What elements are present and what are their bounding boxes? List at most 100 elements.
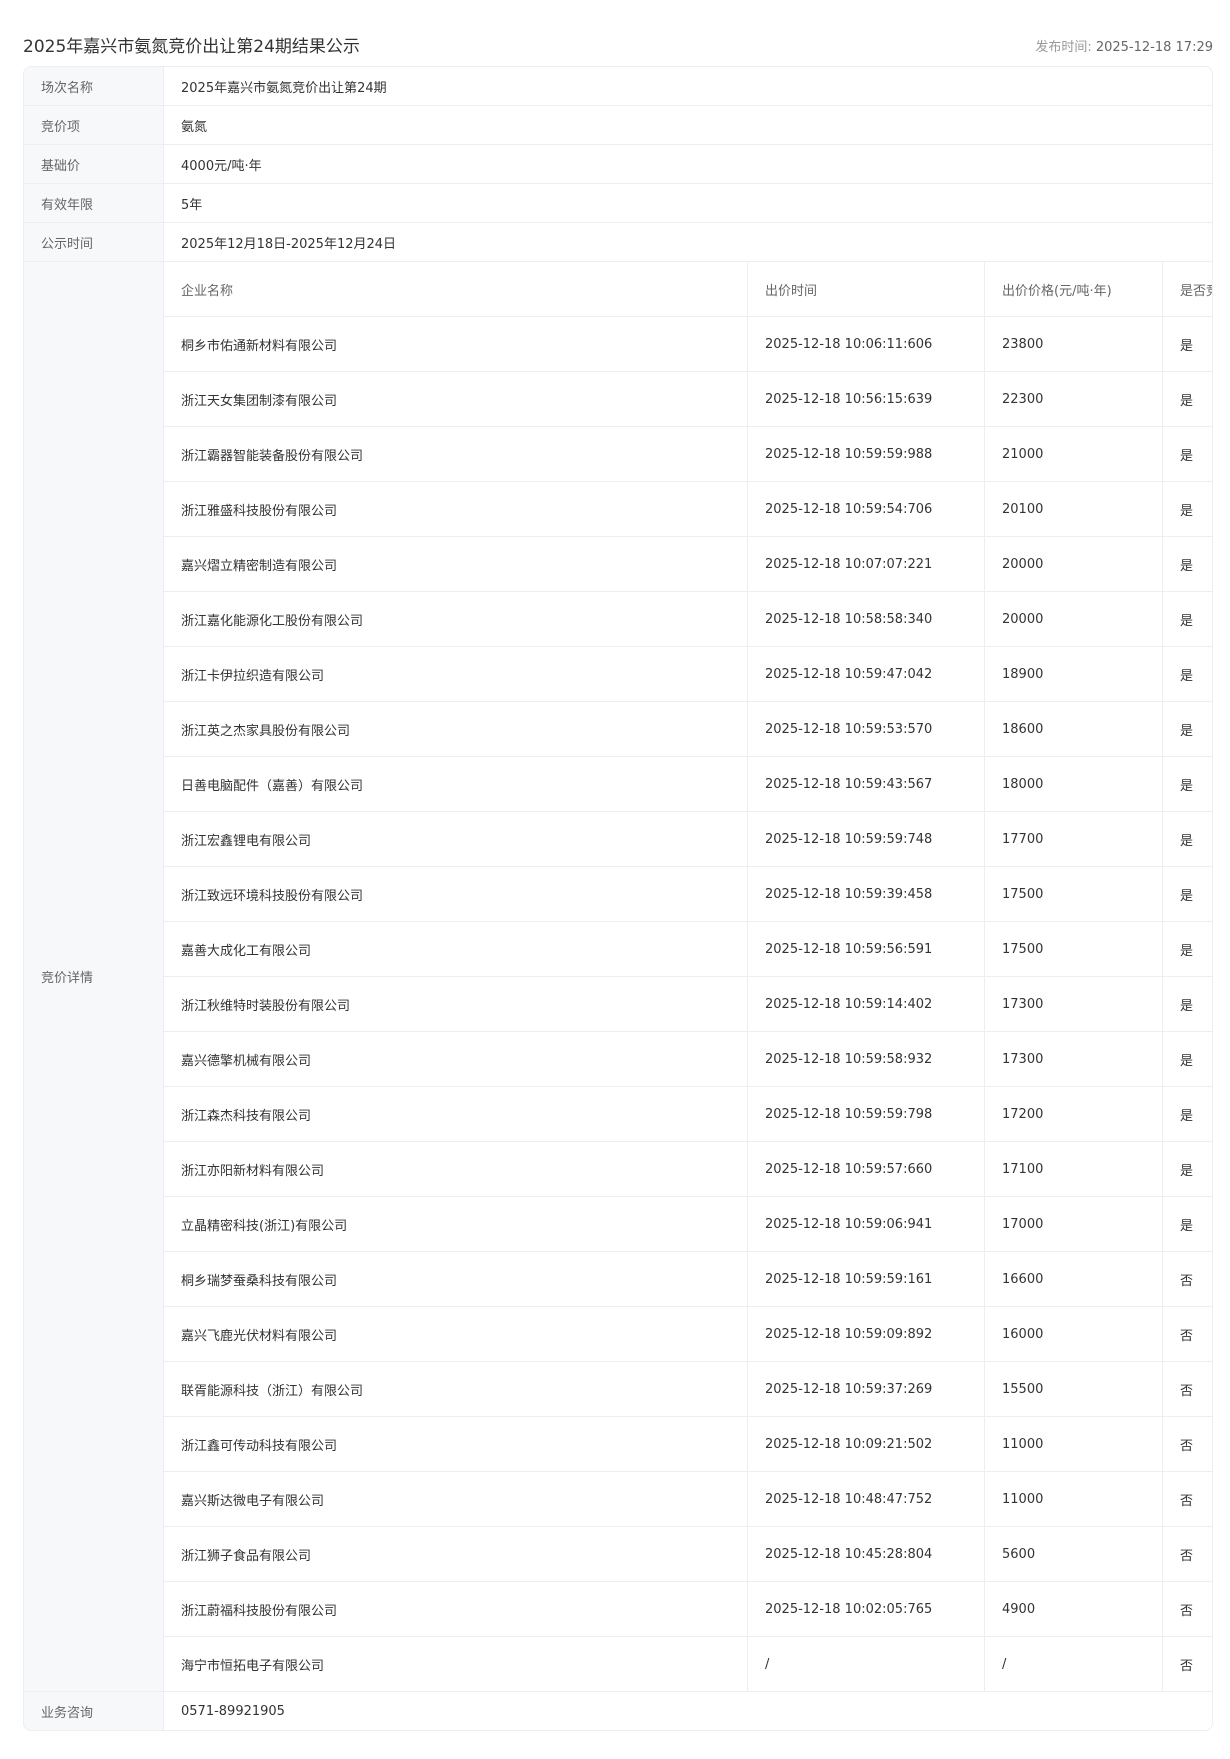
- column-header-bid-price: 出价价格(元/吨·年): [984, 262, 1163, 317]
- won-status: 否: [1162, 1526, 1212, 1582]
- bid-price: 17300: [984, 1031, 1163, 1087]
- bid-time: 2025-12-18 10:59:14:402: [747, 976, 985, 1032]
- won-status: 否: [1162, 1306, 1212, 1362]
- table-row: 浙江蔚福科技股份有限公司 2025-12-18 10:02:05:765 4900 否: [164, 1581, 1212, 1637]
- won-status: 否: [1162, 1251, 1212, 1307]
- table-row: 浙江狮子食品有限公司 2025-12-18 10:45:28:804 5600 否: [164, 1526, 1212, 1582]
- company-name: 日善电脑配件（嘉善）有限公司: [164, 756, 748, 812]
- table-row: 浙江雅盛科技股份有限公司 2025-12-18 10:59:54:706 20100…: [164, 481, 1212, 537]
- won-status: 否: [1162, 1581, 1212, 1637]
- column-header-company: 企业名称: [164, 262, 748, 317]
- company-name: 桐乡瑞梦蚕桑科技有限公司: [164, 1251, 748, 1307]
- bid-time: 2025-12-18 10:59:54:706: [747, 481, 985, 537]
- company-name: 浙江森杰科技有限公司: [164, 1086, 748, 1142]
- table-row: 浙江致远环境科技股份有限公司 2025-12-18 10:59:39:458 175…: [164, 866, 1212, 922]
- result-table: 场次名称 2025年嘉兴市氨氮竞价出让第24期 竞价项 氨氮 基础价 4000元…: [23, 66, 1213, 1731]
- bid-time: 2025-12-18 10:59:59:798: [747, 1086, 985, 1142]
- company-name: 浙江嘉化能源化工股份有限公司: [164, 591, 748, 647]
- bid-price: 18000: [984, 756, 1163, 812]
- bid-time: 2025-12-18 10:09:21:502: [747, 1416, 985, 1472]
- bid-price: 17000: [984, 1196, 1163, 1252]
- bids-header-row: 企业名称 出价时间 出价价格(元/吨·年) 是否竞得: [164, 262, 1212, 317]
- bid-time: 2025-12-18 10:59:59:748: [747, 811, 985, 867]
- bid-price: 17500: [984, 866, 1163, 922]
- won-status: 是: [1162, 591, 1212, 647]
- base-price-value: 4000元/吨·年: [181, 158, 262, 174]
- bid-price: 18600: [984, 701, 1163, 757]
- bid-price: 11000: [984, 1416, 1163, 1472]
- bid-time: 2025-12-18 10:48:47:752: [747, 1471, 985, 1527]
- won-status: 是: [1162, 1141, 1212, 1197]
- bid-time: /: [747, 1636, 985, 1691]
- column-header-bid-time: 出价时间: [747, 262, 985, 317]
- bid-price: 20100: [984, 481, 1163, 537]
- session-label: 场次名称: [24, 67, 164, 105]
- won-status: 否: [1180, 1658, 1194, 1674]
- table-row: 立晶精密科技(浙江)有限公司 2025-12-18 10:59:06:941 170…: [164, 1196, 1212, 1252]
- company-name: 嘉兴斯达微电子有限公司: [164, 1471, 748, 1527]
- bid-price: 5600: [984, 1526, 1163, 1582]
- company-name: 浙江英之杰家具股份有限公司: [164, 701, 748, 757]
- row-bid-details: 竞价详情 企业名称 出价时间 出价价格(元/吨·年) 是否竞得 桐乡市佑通新材料…: [24, 262, 1212, 1692]
- bid-price: 23800: [984, 316, 1163, 372]
- company-name: 浙江亦阳新材料有限公司: [164, 1141, 748, 1197]
- won-status: 否: [1162, 1361, 1212, 1417]
- contact-label: 业务咨询: [24, 1692, 164, 1730]
- bid-price: 20000: [984, 536, 1163, 592]
- bid-time: 2025-12-18 10:59:58:932: [747, 1031, 985, 1087]
- bid-details-label: 竞价详情: [24, 262, 164, 1691]
- bid-time: 2025-12-18 10:59:57:660: [747, 1141, 985, 1197]
- page-header: 2025年嘉兴市氨氮竞价出让第24期结果公示 发布时间: 2025-12-18 …: [23, 28, 1213, 60]
- table-row: 海宁市恒拓电子有限公司 / / 否: [164, 1636, 1212, 1691]
- row-session: 场次名称 2025年嘉兴市氨氮竞价出让第24期: [24, 67, 1212, 106]
- contact-phone: 0571-89921905: [181, 1703, 285, 1719]
- bid-price: 16600: [984, 1251, 1163, 1307]
- bid-time: 2025-12-18 10:59:39:458: [747, 866, 985, 922]
- table-row: 日善电脑配件（嘉善）有限公司 2025-12-18 10:59:43:567 180…: [164, 756, 1212, 812]
- company-name: 浙江鑫可传动科技有限公司: [164, 1416, 748, 1472]
- company-name: 嘉兴德擎机械有限公司: [164, 1031, 748, 1087]
- table-row: 联胥能源科技（浙江）有限公司 2025-12-18 10:59:37:269 155…: [164, 1361, 1212, 1417]
- bid-price: 11000: [984, 1471, 1163, 1527]
- table-row: 桐乡市佑通新材料有限公司 2025-12-18 10:06:11:606 23800…: [164, 316, 1212, 372]
- company-name: 浙江致远环境科技股份有限公司: [164, 866, 748, 922]
- bid-price: 17300: [984, 976, 1163, 1032]
- publish-time: 发布时间: 2025-12-18 17:29: [1035, 36, 1213, 55]
- bid-time: 2025-12-18 10:59:59:988: [747, 426, 985, 482]
- bid-price: 17500: [984, 921, 1163, 977]
- bid-time: 2025-12-18 10:59:43:567: [747, 756, 985, 812]
- bid-price: 4900: [984, 1581, 1163, 1637]
- table-row: 浙江森杰科技有限公司 2025-12-18 10:59:59:798 17200 是: [164, 1086, 1212, 1142]
- company-name: 立晶精密科技(浙江)有限公司: [164, 1196, 748, 1252]
- table-row: 桐乡瑞梦蚕桑科技有限公司 2025-12-18 10:59:59:161 16600…: [164, 1251, 1212, 1307]
- table-row: 嘉兴飞鹿光伏材料有限公司 2025-12-18 10:59:09:892 16000…: [164, 1306, 1212, 1362]
- table-row: 嘉兴德擎机械有限公司 2025-12-18 10:59:58:932 17300 是: [164, 1031, 1212, 1087]
- table-row: 嘉兴熠立精密制造有限公司 2025-12-18 10:07:07:221 20000…: [164, 536, 1212, 592]
- table-row: 浙江宏鑫锂电有限公司 2025-12-18 10:59:59:748 17700 是: [164, 811, 1212, 867]
- won-status: 是: [1162, 316, 1212, 372]
- won-status: 是: [1162, 701, 1212, 757]
- won-status: 是: [1162, 426, 1212, 482]
- validity-label: 有效年限: [24, 184, 164, 222]
- bid-time: 2025-12-18 10:07:07:221: [747, 536, 985, 592]
- bid-time: 2025-12-18 10:06:11:606: [747, 316, 985, 372]
- row-validity: 有效年限 5年: [24, 184, 1212, 223]
- table-row: 浙江卡伊拉织造有限公司 2025-12-18 10:59:47:042 18900 是: [164, 646, 1212, 702]
- company-name: 浙江雅盛科技股份有限公司: [164, 481, 748, 537]
- table-row: 嘉兴斯达微电子有限公司 2025-12-18 10:48:47:752 11000 否: [164, 1471, 1212, 1527]
- table-row: 浙江嘉化能源化工股份有限公司 2025-12-18 10:58:58:340 200…: [164, 591, 1212, 647]
- row-contact: 业务咨询 0571-89921905: [24, 1692, 1212, 1730]
- company-name: 浙江霸器智能装备股份有限公司: [164, 426, 748, 482]
- company-name: 浙江天女集团制漆有限公司: [164, 371, 748, 427]
- table-row: 浙江英之杰家具股份有限公司 2025-12-18 10:59:53:570 1860…: [164, 701, 1212, 757]
- bid-price: 17200: [984, 1086, 1163, 1142]
- won-status: 是: [1162, 1086, 1212, 1142]
- company-name: 桐乡市佑通新材料有限公司: [164, 316, 748, 372]
- table-row: 浙江秋维特时装股份有限公司 2025-12-18 10:59:14:402 1730…: [164, 976, 1212, 1032]
- bid-time: 2025-12-18 10:59:53:570: [747, 701, 985, 757]
- bid-price: 18900: [984, 646, 1163, 702]
- publish-time-value: 2025-12-18 17:29: [1095, 40, 1213, 55]
- table-row: 浙江霸器智能装备股份有限公司 2025-12-18 10:59:59:988 210…: [164, 426, 1212, 482]
- bid-time: 2025-12-18 10:59:37:269: [747, 1361, 985, 1417]
- column-header-won: 是否竞得: [1162, 262, 1212, 317]
